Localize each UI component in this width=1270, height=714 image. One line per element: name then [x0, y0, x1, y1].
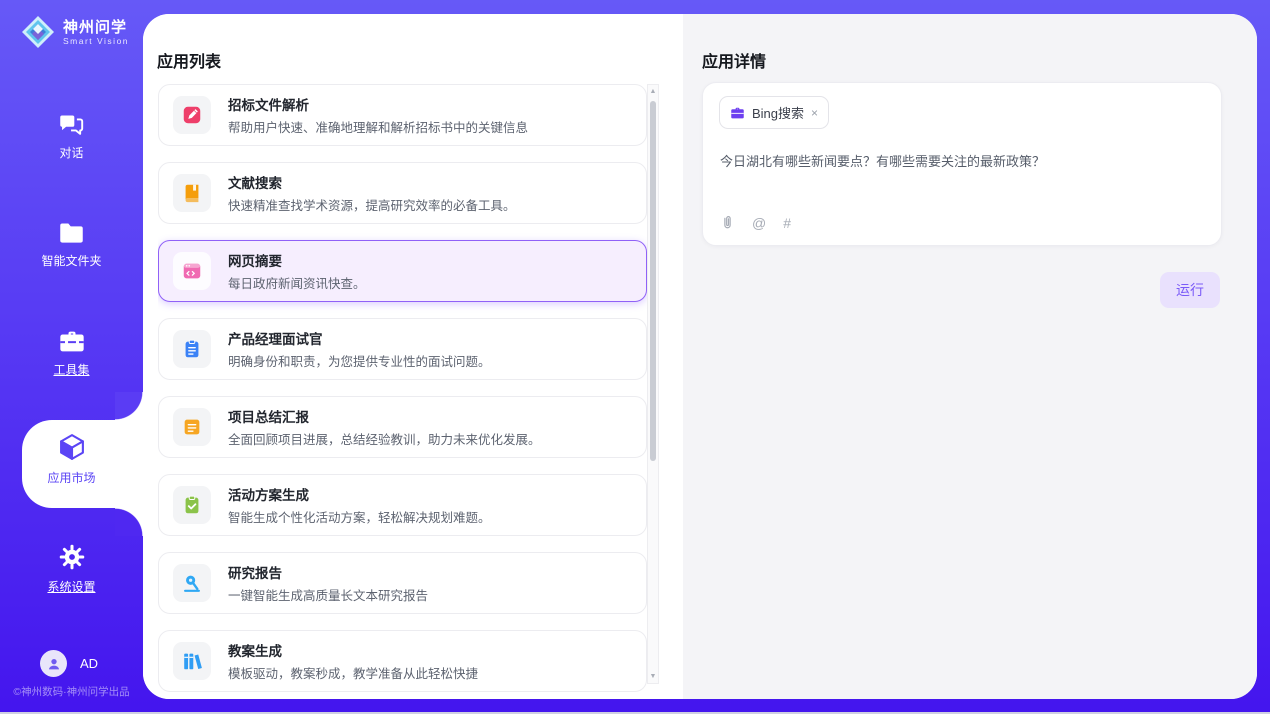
mention-icon[interactable]: @ [752, 215, 766, 231]
app-card-title: 文献搜索 [228, 172, 516, 192]
app-card-description: 快速精准查找学术资源，提高研究效率的必备工具。 [228, 195, 516, 214]
main-panel: 应用列表 招标文件解析 帮助用户快速、准确地理解和解析招标书中的关键信息 文献搜… [143, 14, 1257, 699]
sidebar: 神州问学 Smart Vision 对话 智能文件夹 [0, 0, 143, 714]
app-card-title: 项目总结汇报 [228, 406, 541, 426]
logo: 神州问学 Smart Vision [20, 14, 129, 50]
gear-icon [58, 543, 86, 571]
app-card[interactable]: 产品经理面试官 明确身份和职责，为您提供专业性的面试问题。 [158, 318, 647, 380]
app-card[interactable]: 项目总结汇报 全面回顾项目进展，总结经验教训，助力未来优化发展。 [158, 396, 647, 458]
sidebar-item-label: 应用市场 [47, 469, 95, 486]
app-detail-title: 应用详情 [702, 48, 766, 72]
app-list-panel: 应用列表 招标文件解析 帮助用户快速、准确地理解和解析招标书中的关键信息 文献搜… [143, 14, 683, 699]
app-card[interactable]: 研究报告 一键智能生成高质量长文本研究报告 [158, 552, 647, 614]
logo-subtitle: Smart Vision [63, 36, 129, 46]
app-card-description: 明确身份和职责，为您提供专业性的面试问题。 [228, 351, 491, 370]
close-icon[interactable]: × [811, 107, 818, 119]
app-card-title: 产品经理面试官 [228, 328, 491, 348]
chat-icon [58, 112, 85, 137]
sidebar-item-toolset[interactable]: 工具集 [0, 329, 143, 378]
sidebar-item-label: 对话 [59, 144, 83, 161]
app-card-title: 活动方案生成 [228, 484, 491, 504]
app-card-title: 网页摘要 [228, 250, 366, 270]
sidebar-item-label: 智能文件夹 [41, 252, 101, 269]
app-card-title: 教案生成 [228, 640, 478, 660]
microscope-icon [181, 572, 203, 594]
sidebar-item-smart-folder[interactable]: 智能文件夹 [0, 221, 143, 269]
app-card-description: 智能生成个性化活动方案，轻松解决规划难题。 [228, 507, 491, 526]
app-card-description: 模板驱动，教案秒成，教学准备从此轻松快捷 [228, 663, 478, 682]
attachment-icon[interactable] [720, 214, 735, 231]
input-toolbar: @ # [720, 214, 791, 231]
sidebar-item-label: 系统设置 [47, 578, 95, 595]
query-input-card[interactable]: Bing搜索 × 今日湖北有哪些新闻要点？有哪些需要关注的最新政策？ @ # [702, 82, 1222, 246]
copyright-text: ©神州数码·神州问学出品 [0, 684, 143, 699]
app-detail-panel: 应用详情 Bing搜索 × 今日湖北有哪些新闻要点？有哪些需要关注的最新政策？ [683, 14, 1257, 699]
app-card[interactable]: 招标文件解析 帮助用户快速、准确地理解和解析招标书中的关键信息 [158, 84, 647, 146]
query-text[interactable]: 今日湖北有哪些新闻要点？有哪些需要关注的最新政策？ [720, 151, 1200, 170]
note-icon [181, 416, 203, 438]
scroll-down-icon[interactable]: ▼ [648, 673, 658, 680]
app-card[interactable]: 教案生成 模板驱动，教案秒成，教学准备从此轻松快捷 [158, 630, 647, 692]
scrollbar-thumb[interactable] [650, 101, 656, 461]
app-card-description: 一键智能生成高质量长文本研究报告 [228, 585, 428, 604]
app-card-title: 研究报告 [228, 562, 428, 582]
logo-title: 神州问学 [63, 19, 129, 36]
sidebar-item-label: 工具集 [53, 361, 89, 378]
scroll-up-icon[interactable]: ▲ [648, 88, 658, 95]
scrollbar[interactable]: ▲ ▼ [647, 84, 659, 684]
app-card-list: 招标文件解析 帮助用户快速、准确地理解和解析招标书中的关键信息 文献搜索 快速精… [158, 84, 647, 699]
bubble-curve-bottom [115, 508, 143, 536]
briefcase-icon [730, 106, 745, 120]
hash-icon[interactable]: # [783, 215, 791, 231]
toolbox-icon [58, 329, 86, 354]
app-list-title: 应用列表 [157, 48, 221, 72]
app-card-title: 招标文件解析 [228, 94, 528, 114]
pen-icon [181, 104, 203, 126]
app-card-description: 全面回顾项目进展，总结经验教训，助力未来优化发展。 [228, 429, 541, 448]
user-account[interactable]: AD [40, 650, 98, 677]
tool-tag-label: Bing搜索 [752, 103, 804, 122]
user-name: AD [80, 656, 98, 671]
logo-diamond-icon [20, 14, 56, 50]
app-card[interactable]: 网页摘要 每日政府新闻资讯快查。 [158, 240, 647, 302]
books-icon [181, 650, 203, 672]
app-card-description: 每日政府新闻资讯快查。 [228, 273, 366, 292]
run-button[interactable]: 运行 [1160, 272, 1220, 308]
bubble-curve-top [115, 392, 143, 420]
sidebar-item-app-market[interactable]: 应用市场 [0, 432, 143, 486]
clipboard-check-icon [181, 494, 203, 516]
app-card[interactable]: 文献搜索 快速精准查找学术资源，提高研究效率的必备工具。 [158, 162, 647, 224]
folder-icon [58, 221, 85, 245]
tool-tag-bing-search[interactable]: Bing搜索 × [719, 96, 829, 129]
clipboard-icon [181, 338, 203, 360]
app-card-description: 帮助用户快速、准确地理解和解析招标书中的关键信息 [228, 117, 528, 136]
app-card[interactable]: 活动方案生成 智能生成个性化活动方案，轻松解决规划难题。 [158, 474, 647, 536]
sidebar-item-chat[interactable]: 对话 [0, 112, 143, 161]
sidebar-item-settings[interactable]: 系统设置 [0, 543, 143, 595]
cube-icon [57, 432, 87, 462]
avatar [40, 650, 67, 677]
book-icon [181, 182, 203, 204]
browser-icon [181, 260, 203, 282]
